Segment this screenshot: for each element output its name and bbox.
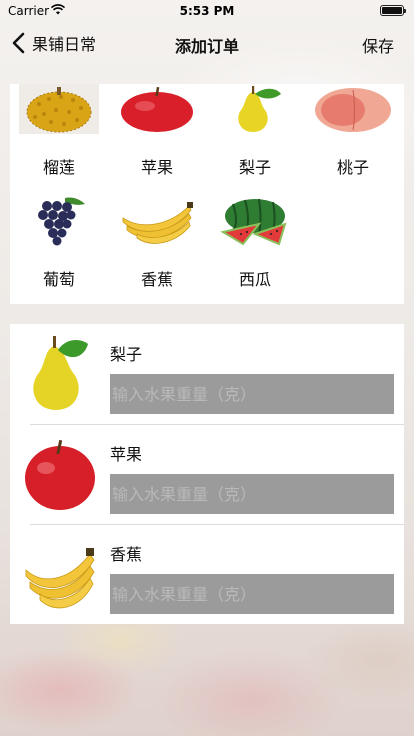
fruit-option-label: 香蕉: [140, 270, 173, 289]
fruit-option-label: 榴莲: [42, 158, 75, 177]
status-bar: Carrier 5:53 PM: [0, 0, 414, 22]
order-item-list: 梨子 苹果 香蕉: [10, 324, 404, 624]
weight-input[interactable]: [110, 574, 394, 614]
fruit-option-label: 苹果: [140, 158, 173, 177]
fruit-option-label: 西瓜: [238, 270, 271, 289]
watermelon-icon: [215, 196, 295, 246]
order-item-row: 香蕉: [10, 524, 404, 624]
order-item-row: 苹果: [10, 424, 404, 524]
order-item-name: 苹果: [110, 445, 143, 464]
weight-input[interactable]: [110, 374, 394, 414]
page-title: 添加订单: [174, 37, 239, 56]
save-button[interactable]: 保存: [362, 33, 394, 57]
fruit-option-watermelon[interactable]: 西瓜: [206, 196, 304, 306]
fruit-option-banana[interactable]: 香蕉: [108, 196, 206, 306]
fruit-option-grape[interactable]: 葡萄: [10, 196, 108, 306]
fruit-option-pear[interactable]: 梨子: [206, 84, 304, 194]
apple-icon: [117, 84, 197, 134]
fruit-option-label: 梨子: [238, 158, 271, 177]
fruit-option-apple[interactable]: 苹果: [108, 84, 206, 194]
fruit-option-peach[interactable]: 桃子: [304, 84, 402, 194]
order-item-row: 梨子: [10, 324, 404, 424]
clock: 5:53 PM: [179, 4, 235, 18]
battery-icon: [380, 5, 406, 16]
order-item-name: 梨子: [110, 345, 143, 364]
order-item-name: 香蕉: [110, 545, 143, 564]
fruit-option-durian[interactable]: 榴莲: [10, 84, 108, 194]
banana-icon: [22, 534, 98, 614]
peach-icon: [313, 84, 393, 134]
navigation-bar: 果铺日常 添加订单 保存: [0, 22, 414, 66]
fruit-option-label: 葡萄: [42, 270, 75, 289]
banana-icon: [117, 196, 197, 246]
grape-icon: [19, 196, 99, 246]
fruit-option-label: 桃子: [336, 158, 369, 177]
pear-icon: [22, 334, 98, 414]
apple-icon: [22, 434, 98, 514]
durian-icon: [19, 84, 99, 134]
weight-input[interactable]: [110, 474, 394, 514]
fruit-picker-grid: 榴莲 苹果 梨子 桃子 葡萄 香蕉 西瓜: [10, 84, 404, 304]
pear-icon: [215, 84, 295, 134]
